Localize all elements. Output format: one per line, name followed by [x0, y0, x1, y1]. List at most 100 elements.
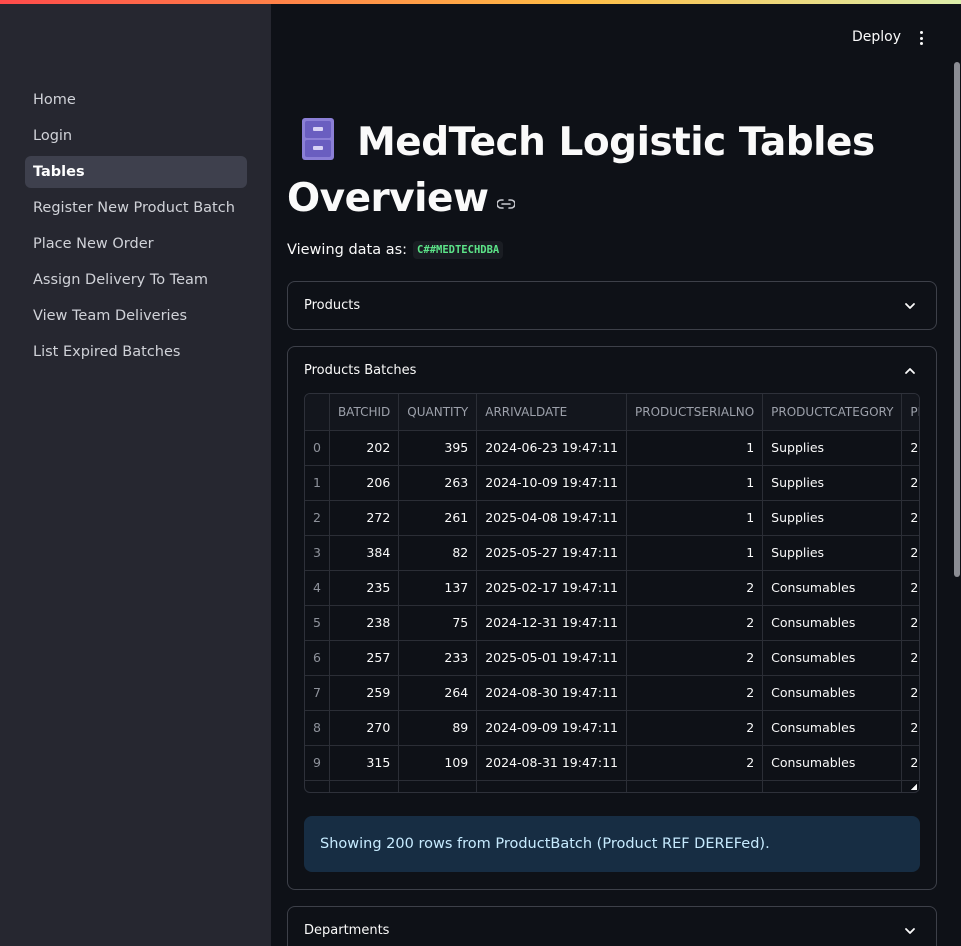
- table-cell[interactable]: 2024-06-23 19:47:11: [476, 430, 627, 466]
- table-row[interactable]: 22722612025-04-08 19:47:111Supplies20: [305, 500, 919, 536]
- table-cell[interactable]: Supplies: [762, 535, 903, 571]
- table-cell[interactable]: 20: [901, 570, 919, 606]
- table-cell[interactable]: 315: [329, 745, 400, 781]
- table-cell[interactable]: 3: [305, 535, 330, 571]
- table-cell[interactable]: [626, 780, 764, 792]
- deploy-button[interactable]: Deploy: [852, 29, 901, 45]
- sidebar-item-home[interactable]: Home: [25, 84, 247, 116]
- table-cell[interactable]: 2024-09-09 19:47:11: [476, 710, 627, 746]
- table-cell[interactable]: [329, 780, 400, 792]
- table-cell[interactable]: [305, 780, 330, 792]
- sidebar-item-list-expired-batches[interactable]: List Expired Batches: [25, 336, 247, 368]
- table-cell[interactable]: 2025-05-27 19:47:11: [476, 535, 627, 571]
- table-cell[interactable]: 20: [901, 535, 919, 571]
- table-cell[interactable]: 75: [398, 605, 478, 641]
- table-cell[interactable]: [476, 780, 627, 792]
- column-header-quantity[interactable]: QUANTITY: [398, 394, 478, 431]
- table-cell[interactable]: 2025-05-01 19:47:11: [476, 640, 627, 676]
- table-cell[interactable]: 272: [329, 500, 400, 536]
- table-cell[interactable]: 4: [305, 570, 330, 606]
- table-cell[interactable]: 20: [901, 640, 919, 676]
- table-row[interactable]: 02023952024-06-23 19:47:111Supplies20: [305, 430, 919, 466]
- table-row[interactable]: 8270892024-09-09 19:47:112Consumables20: [305, 710, 919, 746]
- sidebar-item-place-new-order[interactable]: Place New Order: [25, 228, 247, 260]
- table-cell[interactable]: 2: [626, 710, 764, 746]
- table-cell[interactable]: 20: [901, 675, 919, 711]
- table-row[interactable]: 5238752024-12-31 19:47:112Consumables20: [305, 605, 919, 641]
- table-cell[interactable]: 20: [901, 465, 919, 501]
- table-cell[interactable]: Supplies: [762, 500, 903, 536]
- table-cell[interactable]: 89: [398, 710, 478, 746]
- table-cell[interactable]: 2025-04-08 19:47:11: [476, 500, 627, 536]
- table-cell[interactable]: 82: [398, 535, 478, 571]
- table-cell[interactable]: 238: [329, 605, 400, 641]
- table-cell[interactable]: 261: [398, 500, 478, 536]
- table-cell[interactable]: 2: [626, 605, 764, 641]
- expander-products-header[interactable]: Products: [288, 282, 936, 329]
- table-cell[interactable]: Consumables: [762, 675, 903, 711]
- sidebar-item-register-new-product-batch[interactable]: Register New Product Batch: [25, 192, 247, 224]
- scrollbar-thumb[interactable]: [954, 62, 960, 577]
- table-cell[interactable]: 2: [626, 745, 764, 781]
- table-cell[interactable]: 20: [901, 745, 919, 781]
- expander-products-batches-header[interactable]: Products Batches: [288, 347, 936, 394]
- table-cell[interactable]: 1: [626, 535, 764, 571]
- table-cell[interactable]: 1: [626, 500, 764, 536]
- table-row[interactable]: [305, 780, 919, 792]
- table-cell[interactable]: 270: [329, 710, 400, 746]
- table-cell[interactable]: 395: [398, 430, 478, 466]
- table-row[interactable]: 93151092024-08-31 19:47:112Consumables20: [305, 745, 919, 781]
- column-header-productcategory[interactable]: PRODUCTCATEGORY: [762, 394, 903, 431]
- table-cell[interactable]: 2: [626, 640, 764, 676]
- table-cell[interactable]: 233: [398, 640, 478, 676]
- expander-departments-header[interactable]: Departments: [288, 907, 936, 946]
- table-cell[interactable]: 1: [626, 465, 764, 501]
- table-cell[interactable]: 7: [305, 675, 330, 711]
- sidebar-item-assign-delivery-to-team[interactable]: Assign Delivery To Team: [25, 264, 247, 296]
- resize-handle[interactable]: [911, 784, 917, 790]
- table-cell[interactable]: 2024-08-31 19:47:11: [476, 745, 627, 781]
- table-row[interactable]: 3384822025-05-27 19:47:111Supplies20: [305, 535, 919, 571]
- sidebar-item-view-team-deliveries[interactable]: View Team Deliveries: [25, 300, 247, 332]
- link-icon[interactable]: [495, 170, 516, 224]
- table-cell[interactable]: 202: [329, 430, 400, 466]
- table-cell[interactable]: 2: [626, 675, 764, 711]
- table-cell[interactable]: 9: [305, 745, 330, 781]
- sidebar-item-tables[interactable]: Tables: [25, 156, 247, 188]
- table-cell[interactable]: 257: [329, 640, 400, 676]
- table-cell[interactable]: Supplies: [762, 430, 903, 466]
- table-cell[interactable]: 2024-12-31 19:47:11: [476, 605, 627, 641]
- table-cell[interactable]: 8: [305, 710, 330, 746]
- table-cell[interactable]: 2024-10-09 19:47:11: [476, 465, 627, 501]
- batches-data-table[interactable]: BATCHID QUANTITY ARRIVALDATE PRODUCTSERI…: [304, 393, 920, 793]
- table-cell[interactable]: 206: [329, 465, 400, 501]
- sidebar-item-login[interactable]: Login: [25, 120, 247, 152]
- column-header-truncated[interactable]: PI: [901, 394, 919, 431]
- table-cell[interactable]: 2024-08-30 19:47:11: [476, 675, 627, 711]
- table-cell[interactable]: 384: [329, 535, 400, 571]
- table-cell[interactable]: 264: [398, 675, 478, 711]
- table-row[interactable]: 62572332025-05-01 19:47:112Consumables20: [305, 640, 919, 676]
- table-cell[interactable]: 263: [398, 465, 478, 501]
- column-header-arrivaldate[interactable]: ARRIVALDATE: [476, 394, 627, 431]
- table-cell[interactable]: 20: [901, 605, 919, 641]
- column-header-productserialno[interactable]: PRODUCTSERIALNO: [626, 394, 764, 431]
- table-cell[interactable]: Consumables: [762, 710, 903, 746]
- table-cell[interactable]: 2: [626, 570, 764, 606]
- vertical-ellipsis-icon[interactable]: [913, 29, 929, 47]
- table-cell[interactable]: 5: [305, 605, 330, 641]
- column-header-index[interactable]: [305, 394, 330, 431]
- table-cell[interactable]: 259: [329, 675, 400, 711]
- table-cell[interactable]: Consumables: [762, 605, 903, 641]
- table-cell[interactable]: Consumables: [762, 640, 903, 676]
- column-header-batchid[interactable]: BATCHID: [329, 394, 400, 431]
- table-cell[interactable]: 20: [901, 430, 919, 466]
- table-cell[interactable]: 0: [305, 430, 330, 466]
- table-cell[interactable]: [762, 780, 903, 792]
- table-cell[interactable]: Consumables: [762, 745, 903, 781]
- table-row[interactable]: 12062632024-10-09 19:47:111Supplies20: [305, 465, 919, 501]
- table-cell[interactable]: 2025-02-17 19:47:11: [476, 570, 627, 606]
- table-cell[interactable]: Supplies: [762, 465, 903, 501]
- table-cell[interactable]: 20: [901, 500, 919, 536]
- table-cell[interactable]: 1: [305, 465, 330, 501]
